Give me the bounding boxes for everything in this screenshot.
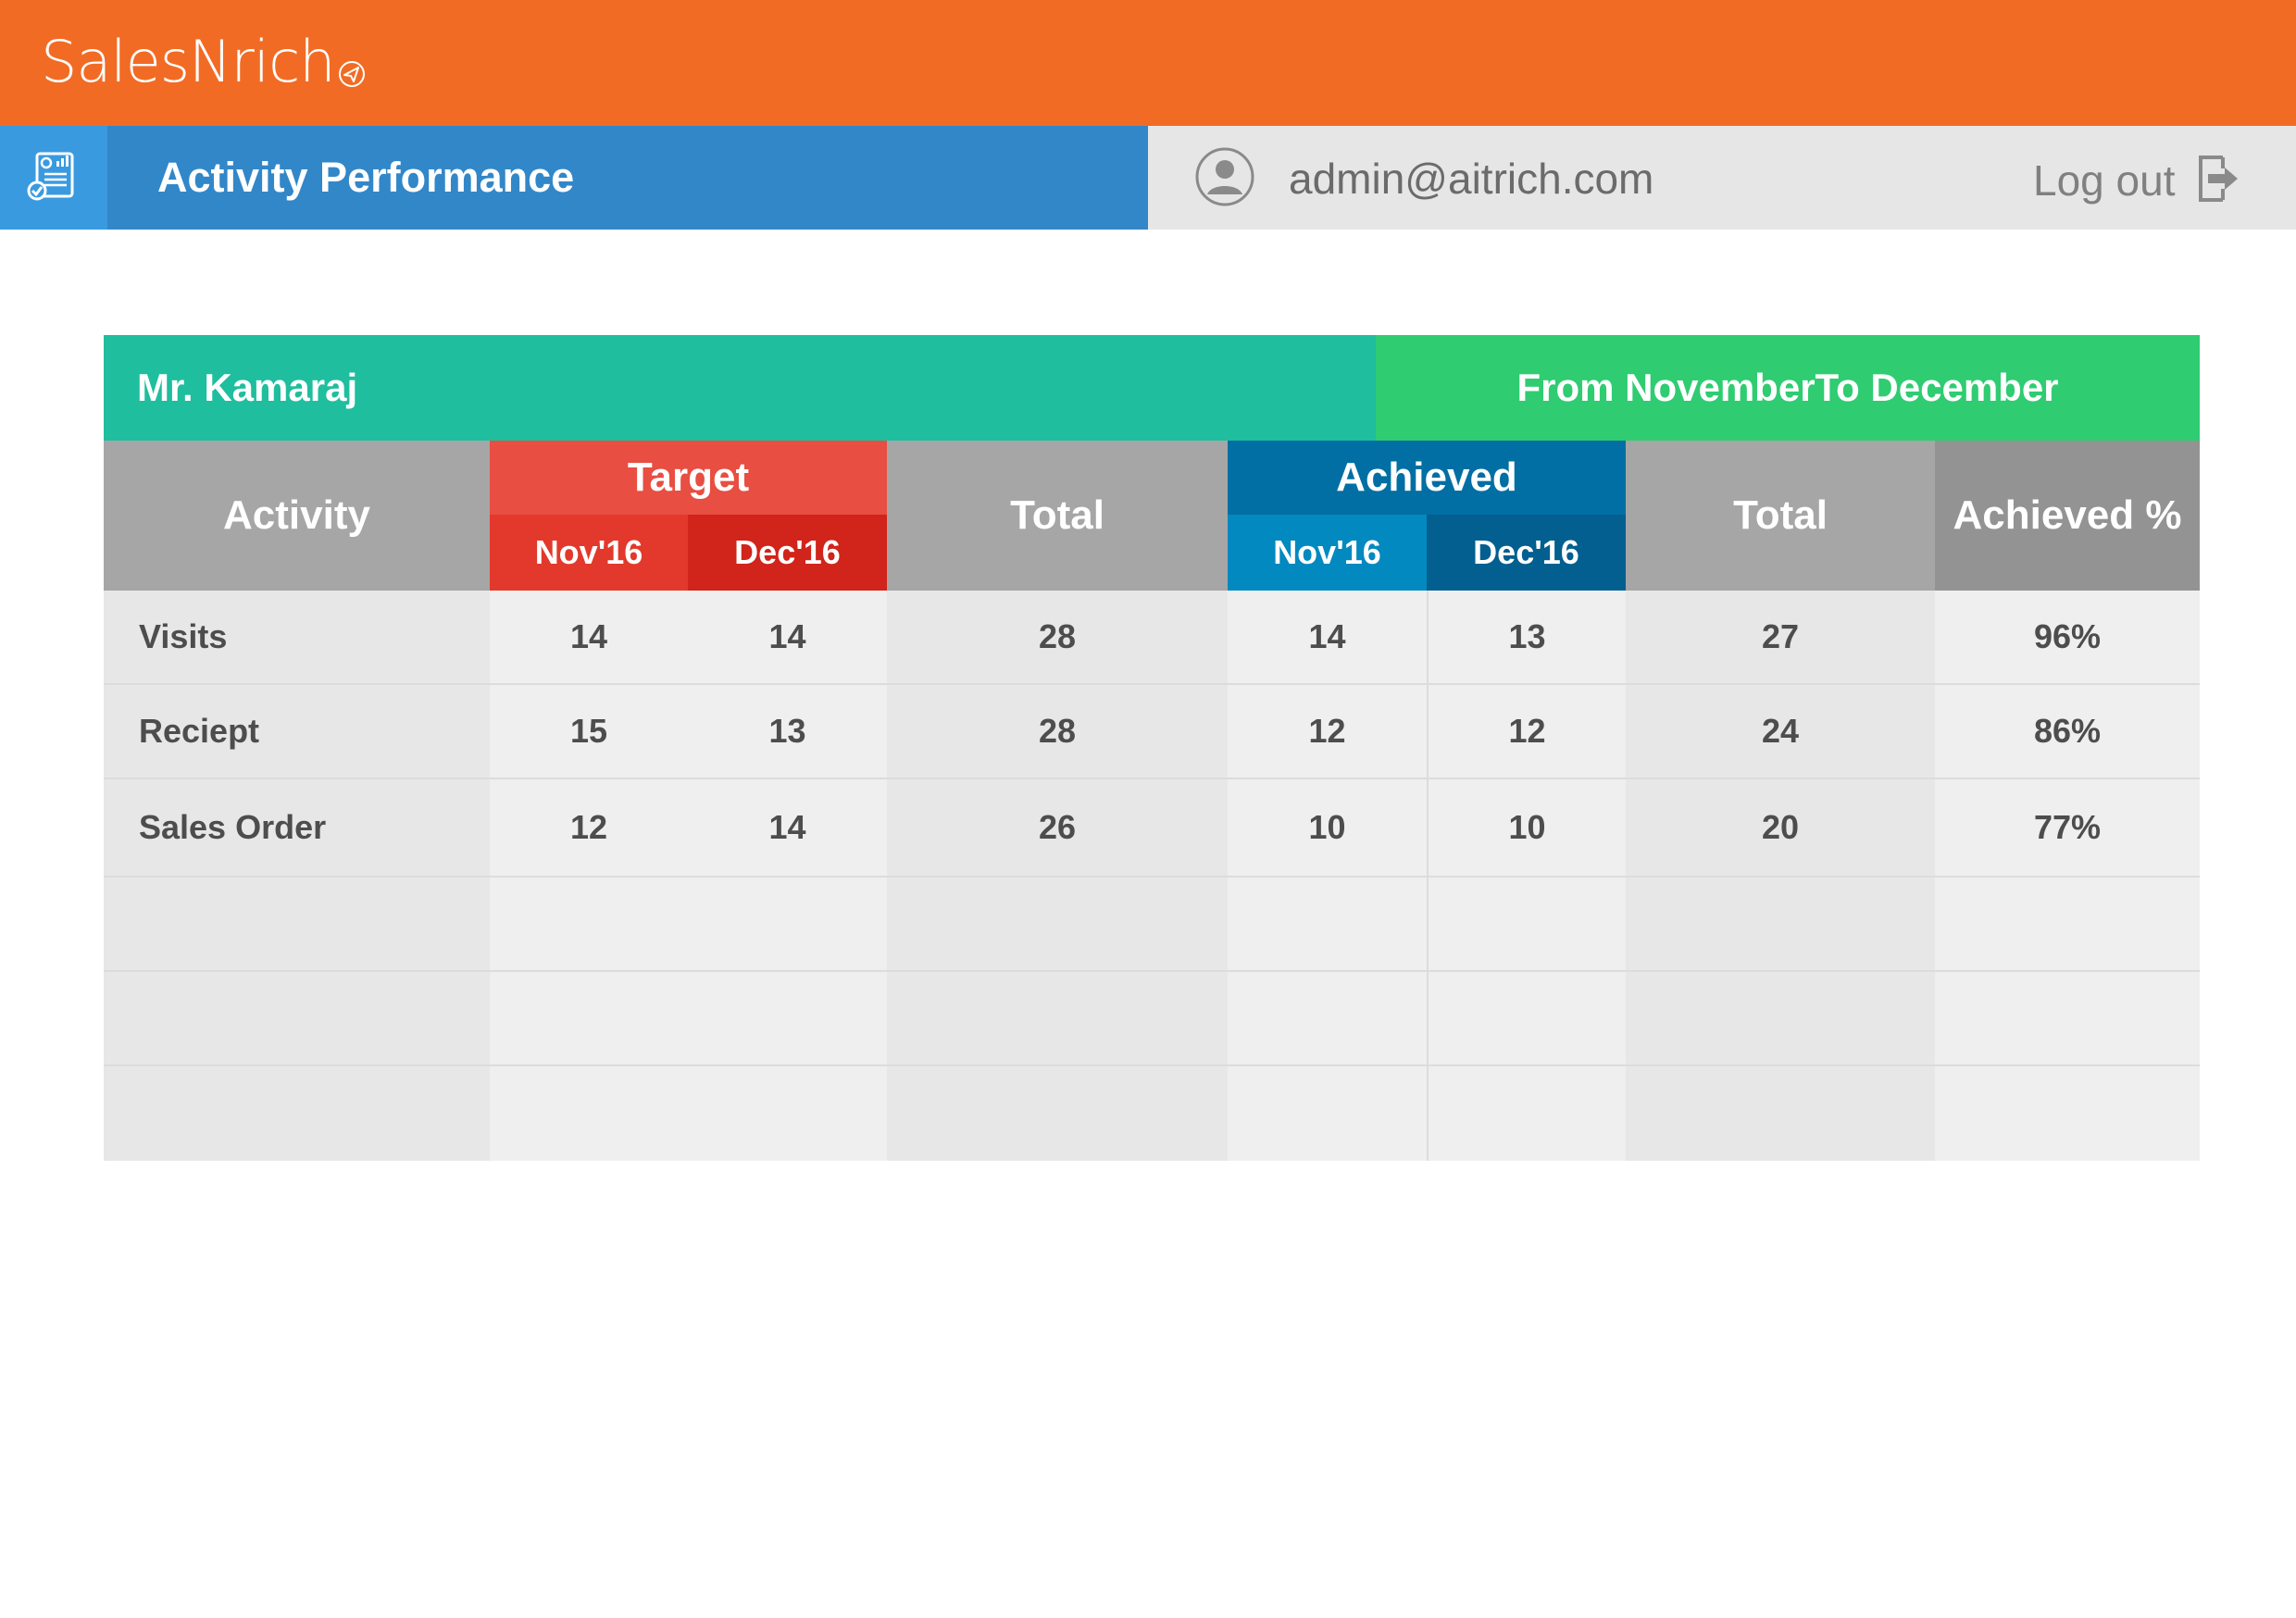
logout-icon bbox=[2195, 152, 2241, 210]
col-header-achieved-dec: Dec'16 bbox=[1427, 515, 1626, 591]
top-bar: SalesNrich bbox=[0, 0, 2296, 126]
col-achieved-dec-label: Dec'16 bbox=[1473, 533, 1579, 571]
cell-empty bbox=[1228, 972, 1427, 1066]
cell-empty bbox=[104, 877, 490, 972]
cell-achieved-total: 20 bbox=[1626, 779, 1935, 877]
col-target-nov-label: Nov'16 bbox=[534, 533, 643, 571]
logout-label: Log out bbox=[2033, 156, 2176, 205]
col-achieved-nov-label: Nov'16 bbox=[1273, 533, 1381, 571]
col-achieved-label: Achieved bbox=[1336, 454, 1517, 500]
col-activity-label: Activity bbox=[223, 492, 370, 538]
cell-target-nov: 12 bbox=[490, 779, 688, 877]
cell-empty bbox=[1626, 877, 1935, 972]
cell-empty bbox=[1935, 877, 2200, 972]
cell-empty bbox=[104, 1066, 490, 1161]
table-row-empty bbox=[104, 972, 2200, 1066]
cell-achieved-dec: 12 bbox=[1427, 685, 1626, 779]
cell-empty bbox=[1626, 1066, 1935, 1161]
col-header-target: Target bbox=[490, 441, 887, 515]
cell-target-total: 26 bbox=[887, 779, 1228, 877]
cell-target-total: 28 bbox=[887, 591, 1228, 685]
col-header-achieved: Achieved bbox=[1228, 441, 1626, 515]
cell-achieved-total: 27 bbox=[1626, 591, 1935, 685]
cell-empty bbox=[1427, 1066, 1626, 1161]
cell-achieved-pct: 77% bbox=[1935, 779, 2200, 877]
cell-target-dec: 14 bbox=[688, 591, 887, 685]
cell-empty bbox=[1935, 972, 2200, 1066]
cell-achieved-pct: 86% bbox=[1935, 685, 2200, 779]
cell-achieved-nov: 14 bbox=[1228, 591, 1427, 685]
cell-empty bbox=[887, 972, 1228, 1066]
cell-target-dec: 14 bbox=[688, 779, 887, 877]
cell-empty bbox=[104, 972, 490, 1066]
col-header-achieved-pct: Achieved % bbox=[1935, 441, 2200, 591]
cell-empty bbox=[1228, 1066, 1427, 1161]
cell-empty bbox=[1935, 1066, 2200, 1161]
logout-button[interactable]: Log out bbox=[2033, 148, 2241, 213]
report-chart-icon bbox=[26, 150, 81, 206]
cell-target-nov: 15 bbox=[490, 685, 688, 779]
date-range-cell: From NovemberTo December bbox=[1376, 335, 2200, 441]
table-row: Reciept 15 13 28 12 12 24 86% bbox=[104, 685, 2200, 779]
col-target-label: Target bbox=[627, 454, 750, 500]
cell-achieved-dec: 10 bbox=[1427, 779, 1626, 877]
page-title: Activity Performance bbox=[157, 154, 575, 201]
col-target-dec-label: Dec'16 bbox=[734, 533, 841, 571]
cell-empty bbox=[490, 972, 887, 1066]
user-email: admin@aitrich.com bbox=[1289, 155, 1654, 203]
cell-achieved-pct: 96% bbox=[1935, 591, 2200, 685]
report-header-row: Mr. Kamaraj From NovemberTo December bbox=[104, 335, 2200, 441]
col-header-achieved-total: Total bbox=[1626, 441, 1935, 591]
col-header-target-dec: Dec'16 bbox=[688, 515, 887, 591]
activity-name: Sales Order bbox=[139, 808, 327, 846]
cell-activity: Visits bbox=[104, 591, 490, 685]
activity-name: Visits bbox=[139, 617, 228, 655]
table-row: Visits 14 14 28 14 13 27 96% bbox=[104, 591, 2200, 685]
table-row-empty bbox=[104, 877, 2200, 972]
cell-empty bbox=[1427, 972, 1626, 1066]
cell-empty bbox=[490, 877, 887, 972]
cell-achieved-nov: 10 bbox=[1228, 779, 1427, 877]
cell-activity: Sales Order bbox=[104, 779, 490, 877]
col-header-target-total: Total bbox=[887, 441, 1228, 591]
col-achieved-total-label: Total bbox=[1733, 492, 1828, 538]
col-achieved-pct-label: Achieved % bbox=[1953, 492, 2182, 538]
user-avatar-icon bbox=[1194, 146, 1255, 212]
cell-achieved-total: 24 bbox=[1626, 685, 1935, 779]
cell-target-dec: 13 bbox=[688, 685, 887, 779]
cell-empty bbox=[1626, 972, 1935, 1066]
col-target-total-label: Total bbox=[1010, 492, 1104, 538]
app-logo[interactable]: SalesNrich bbox=[41, 28, 367, 102]
table-row-empty bbox=[104, 1066, 2200, 1161]
app-name: SalesNrich bbox=[41, 28, 335, 95]
cell-target-nov: 14 bbox=[490, 591, 688, 685]
col-header-activity: Activity bbox=[104, 441, 490, 591]
activity-name: Reciept bbox=[139, 712, 260, 750]
cell-achieved-dec: 13 bbox=[1427, 591, 1626, 685]
cell-empty bbox=[887, 1066, 1228, 1161]
cell-empty bbox=[887, 877, 1228, 972]
col-header-achieved-nov: Nov'16 bbox=[1228, 515, 1427, 591]
person-name: Mr. Kamaraj bbox=[137, 366, 358, 409]
page-title-bar: Activity Performance bbox=[107, 126, 1148, 230]
user-info: admin@aitrich.com bbox=[1194, 146, 1653, 211]
paper-plane-icon bbox=[337, 35, 367, 103]
cell-target-total: 28 bbox=[887, 685, 1228, 779]
date-range: From NovemberTo December bbox=[1516, 366, 2059, 409]
page-icon-box bbox=[0, 126, 107, 230]
cell-empty bbox=[1427, 877, 1626, 972]
cell-activity: Reciept bbox=[104, 685, 490, 779]
table-row: Sales Order 12 14 26 10 10 20 77% bbox=[104, 779, 2200, 877]
cell-empty bbox=[1228, 877, 1427, 972]
person-cell: Mr. Kamaraj bbox=[104, 335, 1376, 441]
cell-empty bbox=[490, 1066, 887, 1161]
col-header-target-nov: Nov'16 bbox=[490, 515, 688, 591]
cell-achieved-nov: 12 bbox=[1228, 685, 1427, 779]
